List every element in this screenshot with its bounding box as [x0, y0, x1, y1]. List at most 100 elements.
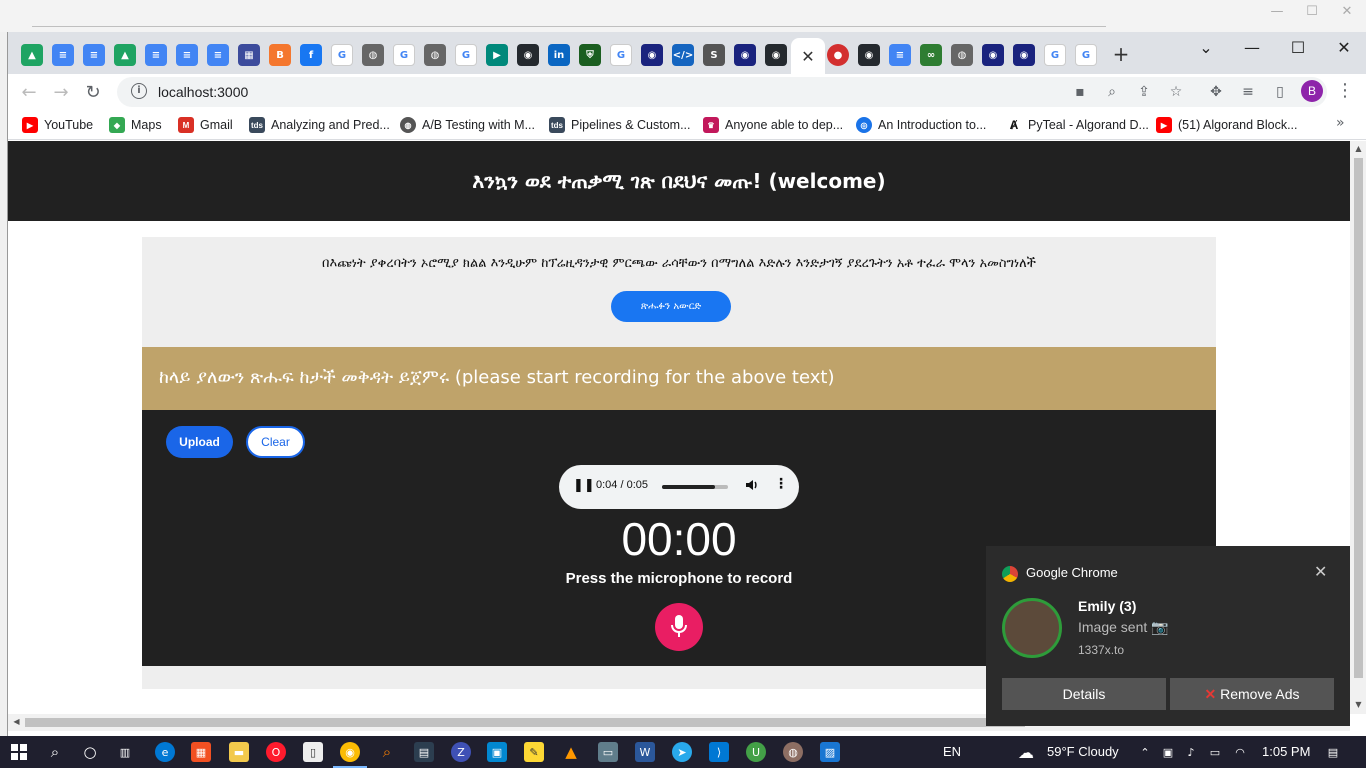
tab-code[interactable]: </> [672, 44, 694, 66]
tab-navy[interactable]: ◉ [1013, 44, 1035, 66]
wifi-icon[interactable]: ◠ [1230, 742, 1250, 762]
search-app-icon[interactable]: ⌕ [377, 742, 397, 762]
address-bar[interactable]: i localhost:3000 ▪ ⌕ ⇪ ☆ [117, 77, 1327, 107]
task-view-icon[interactable]: ▥ [115, 742, 135, 762]
chrome-notification[interactable]: Google Chrome ✕ Emily (3) Image sent 📷 1… [986, 546, 1350, 726]
tab-sicara[interactable]: S [703, 44, 725, 66]
scroll-up-icon[interactable]: ▲ [1353, 144, 1364, 155]
maximize-button[interactable]: ☐ [1275, 38, 1321, 62]
tab-orange[interactable]: B [269, 44, 291, 66]
tab-google[interactable]: G [1075, 44, 1097, 66]
share-icon[interactable]: ⇪ [1134, 82, 1154, 102]
tab-drive[interactable]: ▲ [21, 44, 43, 66]
bookmark-introduction[interactable]: ◎ An Introduction to... [856, 115, 986, 135]
tab-globe[interactable]: ◍ [424, 44, 446, 66]
reload-icon[interactable]: ↻ [80, 80, 106, 106]
tab-docs[interactable]: ≡ [207, 44, 229, 66]
tab-globe[interactable]: ◍ [362, 44, 384, 66]
url-text[interactable]: localhost:3000 [158, 84, 248, 100]
app-icon[interactable]: ◍ [783, 742, 803, 762]
tab-facebook[interactable]: f [300, 44, 322, 66]
vlc-icon[interactable]: ▲ [561, 742, 581, 762]
chevron-up-icon[interactable]: ⌃ [1135, 742, 1155, 762]
side-panel-icon[interactable]: ▯ [1270, 82, 1290, 102]
opera-icon[interactable]: O [266, 742, 286, 762]
vscode-icon[interactable]: ⟩ [709, 742, 729, 762]
bookmark-pyteal[interactable]: Ⱥ PyTeal - Algorand D... [1006, 115, 1149, 135]
tab-forms[interactable]: ▦ [238, 44, 260, 66]
word-icon[interactable]: W [635, 742, 655, 762]
tab-github[interactable]: ◉ [858, 44, 880, 66]
clock[interactable]: 1:05 PM [1262, 744, 1310, 759]
tab-google[interactable]: G [393, 44, 415, 66]
tab-navy[interactable]: ◉ [982, 44, 1004, 66]
bookmark-ab-testing[interactable]: ◍ A/B Testing with M... [400, 115, 535, 135]
details-button[interactable]: Details [1002, 678, 1166, 710]
tab-green[interactable]: ⛨ [579, 44, 601, 66]
scroll-left-icon[interactable]: ◀ [11, 717, 22, 728]
close-icon[interactable]: ✕ [1314, 562, 1330, 581]
app-icon[interactable]: ▣ [487, 742, 507, 762]
close-window-button[interactable]: ✕ [1321, 38, 1366, 62]
scroll-down-icon[interactable]: ▼ [1353, 700, 1364, 711]
tab-meet[interactable]: ▶ [486, 44, 508, 66]
tab-docs[interactable]: ≡ [52, 44, 74, 66]
minimize-button[interactable]: — [1229, 38, 1275, 62]
remote-desktop-icon[interactable]: ▭ [598, 742, 618, 762]
tab-search-icon[interactable]: ⌄ [1183, 38, 1229, 62]
tab-docs[interactable]: ≡ [176, 44, 198, 66]
tab-github[interactable]: ◉ [517, 44, 539, 66]
store-icon[interactable]: ▦ [191, 742, 211, 762]
horizontal-scroll-thumb[interactable] [25, 718, 1025, 727]
volume-icon[interactable] [744, 477, 760, 497]
tab-drive[interactable]: ▲ [114, 44, 136, 66]
zoom-icon[interactable]: ⌕ [1102, 82, 1122, 102]
record-button[interactable] [655, 603, 703, 651]
tab-docs[interactable]: ≡ [145, 44, 167, 66]
tab-navy[interactable]: ◉ [641, 44, 663, 66]
tab-navy[interactable]: ◉ [734, 44, 756, 66]
bookmarks-overflow-icon[interactable]: » [1336, 115, 1345, 131]
calculator-icon[interactable]: ▤ [414, 742, 434, 762]
site-info-icon[interactable]: i [131, 83, 147, 99]
clear-button[interactable]: Clear [246, 426, 305, 458]
language-indicator[interactable]: EN [943, 744, 961, 759]
tab-active-close-icon[interactable]: ✕ [791, 38, 825, 74]
tab-docs[interactable]: ≡ [83, 44, 105, 66]
bookmark-analyzing[interactable]: tds Analyzing and Pred... [249, 115, 390, 135]
tab-docs[interactable]: ≡ [889, 44, 911, 66]
audio-more-icon[interactable]: ⋮ [774, 476, 788, 496]
app-icon[interactable]: Z [451, 742, 471, 762]
tab-gfg[interactable]: ∞ [920, 44, 942, 66]
volume-icon[interactable]: ♪ [1181, 742, 1201, 762]
tab-record[interactable]: ● [827, 44, 849, 66]
chrome-menu-icon[interactable]: ⋮ [1335, 80, 1355, 104]
chrome-taskbar-icon[interactable]: ◉ [340, 742, 360, 762]
media-control-icon[interactable]: ≡ [1238, 82, 1258, 102]
notes-icon[interactable]: ✎ [524, 742, 544, 762]
pause-icon[interactable]: ❚❚ [573, 478, 595, 494]
meet-now-icon[interactable]: ▣ [1158, 742, 1178, 762]
tab-github[interactable]: ◉ [765, 44, 787, 66]
upload-button[interactable]: Upload [166, 426, 233, 458]
photos-icon[interactable]: ▨ [820, 742, 840, 762]
new-tab-button[interactable]: + [1109, 42, 1133, 66]
notification-center-icon[interactable]: ▤ [1323, 742, 1343, 762]
battery-icon[interactable]: ▭ [1205, 742, 1225, 762]
tab-google[interactable]: G [331, 44, 353, 66]
tab-globe[interactable]: ◍ [951, 44, 973, 66]
file-explorer-icon[interactable]: ▬ [229, 742, 249, 762]
tab-google[interactable]: G [1044, 44, 1066, 66]
search-icon[interactable]: ⌕ [45, 742, 65, 762]
bookmark-algorand-block[interactable]: ▶ (51) Algorand Block... [1156, 115, 1298, 135]
profile-avatar[interactable]: B [1301, 80, 1323, 102]
camera-icon[interactable]: ▪ [1070, 82, 1090, 102]
vertical-scroll-thumb[interactable] [1354, 158, 1363, 678]
weather-text[interactable]: 59°F Cloudy [1047, 744, 1119, 759]
bookmark-anyone-able[interactable]: ♛ Anyone able to dep... [703, 115, 843, 135]
back-icon[interactable]: ← [16, 80, 42, 106]
bookmark-pipelines[interactable]: tds Pipelines & Custom... [549, 115, 691, 135]
cortana-icon[interactable]: ○ [80, 742, 100, 762]
edge-icon[interactable]: e [155, 742, 175, 762]
forward-icon[interactable]: → [48, 80, 74, 106]
